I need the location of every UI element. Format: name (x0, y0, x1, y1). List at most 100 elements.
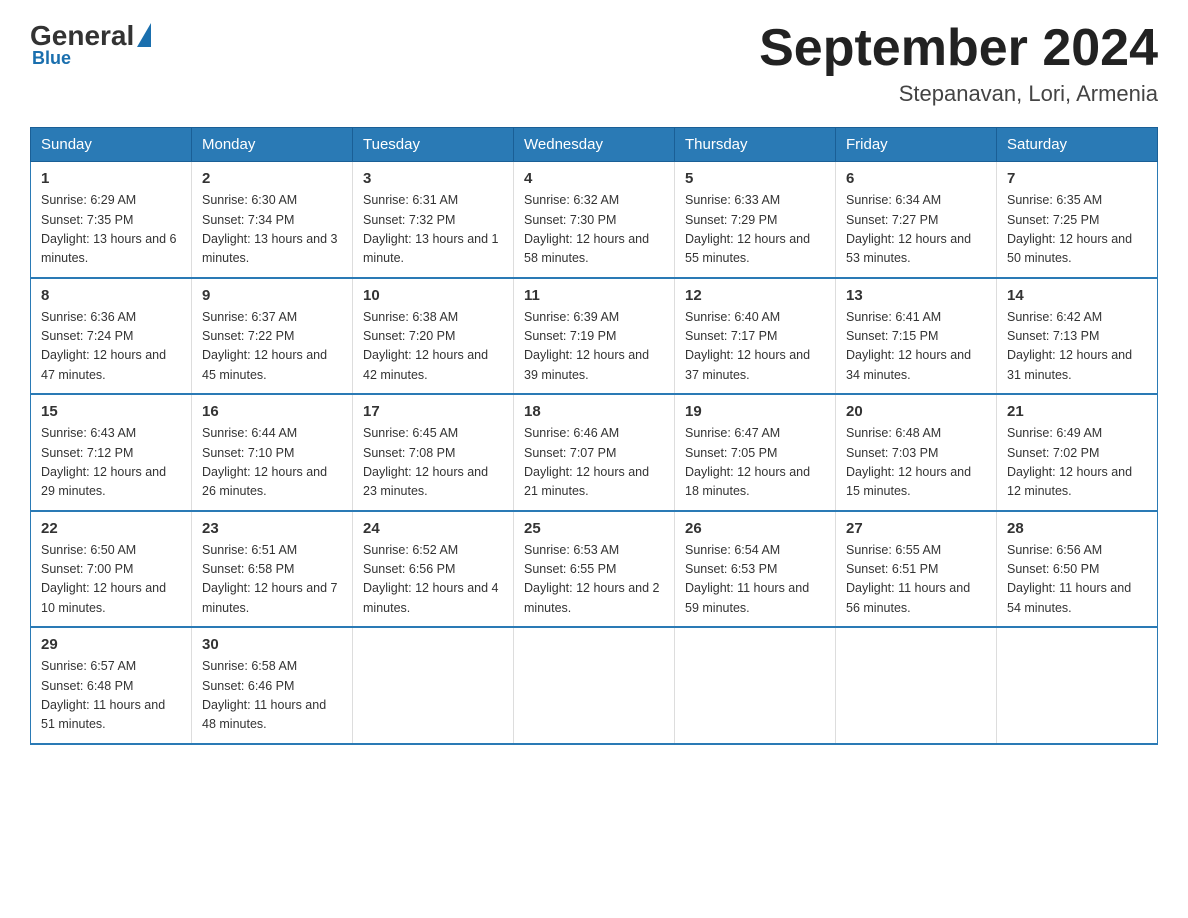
day-number: 4 (524, 170, 664, 187)
calendar-cell (997, 627, 1158, 744)
day-info: Sunrise: 6:30 AMSunset: 7:34 PMDaylight:… (202, 191, 342, 269)
day-info: Sunrise: 6:34 AMSunset: 7:27 PMDaylight:… (846, 191, 986, 269)
day-number: 25 (524, 520, 664, 537)
day-info: Sunrise: 6:47 AMSunset: 7:05 PMDaylight:… (685, 424, 825, 502)
day-number: 13 (846, 287, 986, 304)
header-day-thursday: Thursday (675, 128, 836, 162)
calendar-cell: 14Sunrise: 6:42 AMSunset: 7:13 PMDayligh… (997, 278, 1158, 395)
calendar-week-1: 1 Sunrise: 6:29 AMSunset: 7:35 PMDaylight… (31, 162, 1158, 278)
day-number: 15 (41, 403, 181, 420)
calendar-week-5: 29 Sunrise: 6:57 AMSunset: 6:48 PMDayligh… (31, 627, 1158, 744)
page-header: General Blue September 2024 Stepanavan, … (30, 20, 1158, 107)
calendar-cell: 25 Sunrise: 6:53 AMSunset: 6:55 PMDayligh… (514, 511, 675, 628)
calendar-header-row: SundayMondayTuesdayWednesdayThursdayFrid… (31, 128, 1158, 162)
calendar-cell: 23 Sunrise: 6:51 AMSunset: 6:58 PMDayligh… (192, 511, 353, 628)
calendar-week-3: 15 Sunrise: 6:43 AMSunset: 7:12 PMDayligh… (31, 394, 1158, 511)
calendar-cell: 26Sunrise: 6:54 AMSunset: 6:53 PMDayligh… (675, 511, 836, 628)
day-info: Sunrise: 6:44 AMSunset: 7:10 PMDaylight:… (202, 424, 342, 502)
calendar-cell: 7 Sunrise: 6:35 AMSunset: 7:25 PMDaylight… (997, 162, 1158, 278)
day-number: 21 (1007, 403, 1147, 420)
calendar-cell (675, 627, 836, 744)
calendar-cell: 9 Sunrise: 6:37 AMSunset: 7:22 PMDaylight… (192, 278, 353, 395)
day-number: 28 (1007, 520, 1147, 537)
calendar-cell: 11 Sunrise: 6:39 AMSunset: 7:19 PMDayligh… (514, 278, 675, 395)
day-number: 19 (685, 403, 825, 420)
day-info: Sunrise: 6:45 AMSunset: 7:08 PMDaylight:… (363, 424, 503, 502)
day-info: Sunrise: 6:46 AMSunset: 7:07 PMDaylight:… (524, 424, 664, 502)
day-info: Sunrise: 6:32 AMSunset: 7:30 PMDaylight:… (524, 191, 664, 269)
day-number: 2 (202, 170, 342, 187)
calendar-cell: 15 Sunrise: 6:43 AMSunset: 7:12 PMDayligh… (31, 394, 192, 511)
day-number: 3 (363, 170, 503, 187)
calendar-week-2: 8 Sunrise: 6:36 AMSunset: 7:24 PMDaylight… (31, 278, 1158, 395)
header-day-monday: Monday (192, 128, 353, 162)
day-info: Sunrise: 6:31 AMSunset: 7:32 PMDaylight:… (363, 191, 503, 269)
calendar-cell: 17 Sunrise: 6:45 AMSunset: 7:08 PMDayligh… (353, 394, 514, 511)
calendar-cell: 30 Sunrise: 6:58 AMSunset: 6:46 PMDayligh… (192, 627, 353, 744)
calendar-cell: 2 Sunrise: 6:30 AMSunset: 7:34 PMDaylight… (192, 162, 353, 278)
calendar-cell: 5 Sunrise: 6:33 AMSunset: 7:29 PMDaylight… (675, 162, 836, 278)
day-number: 17 (363, 403, 503, 420)
day-number: 23 (202, 520, 342, 537)
day-info: Sunrise: 6:37 AMSunset: 7:22 PMDaylight:… (202, 308, 342, 386)
day-info: Sunrise: 6:29 AMSunset: 7:35 PMDaylight:… (41, 191, 181, 269)
calendar-cell: 12 Sunrise: 6:40 AMSunset: 7:17 PMDayligh… (675, 278, 836, 395)
day-info: Sunrise: 6:57 AMSunset: 6:48 PMDaylight:… (41, 657, 181, 735)
day-info: Sunrise: 6:58 AMSunset: 6:46 PMDaylight:… (202, 657, 342, 735)
calendar-cell: 1 Sunrise: 6:29 AMSunset: 7:35 PMDaylight… (31, 162, 192, 278)
logo-triangle-icon (137, 23, 151, 47)
day-info: Sunrise: 6:52 AMSunset: 6:56 PMDaylight:… (363, 541, 503, 619)
day-info: Sunrise: 6:53 AMSunset: 6:55 PMDaylight:… (524, 541, 664, 619)
day-info: Sunrise: 6:35 AMSunset: 7:25 PMDaylight:… (1007, 191, 1147, 269)
calendar-cell: 6 Sunrise: 6:34 AMSunset: 7:27 PMDaylight… (836, 162, 997, 278)
day-number: 5 (685, 170, 825, 187)
day-info: Sunrise: 6:40 AMSunset: 7:17 PMDaylight:… (685, 308, 825, 386)
day-number: 10 (363, 287, 503, 304)
day-number: 20 (846, 403, 986, 420)
logo-blue-text: Blue (32, 48, 71, 69)
calendar-cell: 8 Sunrise: 6:36 AMSunset: 7:24 PMDaylight… (31, 278, 192, 395)
header-day-wednesday: Wednesday (514, 128, 675, 162)
header-day-friday: Friday (836, 128, 997, 162)
day-info: Sunrise: 6:41 AMSunset: 7:15 PMDaylight:… (846, 308, 986, 386)
day-info: Sunrise: 6:38 AMSunset: 7:20 PMDaylight:… (363, 308, 503, 386)
day-info: Sunrise: 6:39 AMSunset: 7:19 PMDaylight:… (524, 308, 664, 386)
calendar-table: SundayMondayTuesdayWednesdayThursdayFrid… (30, 127, 1158, 745)
day-number: 24 (363, 520, 503, 537)
calendar-cell: 22Sunrise: 6:50 AMSunset: 7:00 PMDayligh… (31, 511, 192, 628)
day-number: 6 (846, 170, 986, 187)
calendar-cell: 24 Sunrise: 6:52 AMSunset: 6:56 PMDayligh… (353, 511, 514, 628)
calendar-cell: 28 Sunrise: 6:56 AMSunset: 6:50 PMDayligh… (997, 511, 1158, 628)
calendar-cell (836, 627, 997, 744)
day-number: 7 (1007, 170, 1147, 187)
calendar-week-4: 22Sunrise: 6:50 AMSunset: 7:00 PMDayligh… (31, 511, 1158, 628)
calendar-cell: 3 Sunrise: 6:31 AMSunset: 7:32 PMDaylight… (353, 162, 514, 278)
day-info: Sunrise: 6:33 AMSunset: 7:29 PMDaylight:… (685, 191, 825, 269)
calendar-cell: 13 Sunrise: 6:41 AMSunset: 7:15 PMDayligh… (836, 278, 997, 395)
day-info: Sunrise: 6:54 AMSunset: 6:53 PMDaylight:… (685, 541, 825, 619)
day-info: Sunrise: 6:56 AMSunset: 6:50 PMDaylight:… (1007, 541, 1147, 619)
calendar-cell: 4 Sunrise: 6:32 AMSunset: 7:30 PMDaylight… (514, 162, 675, 278)
day-number: 1 (41, 170, 181, 187)
day-number: 12 (685, 287, 825, 304)
calendar-cell: 27Sunrise: 6:55 AMSunset: 6:51 PMDayligh… (836, 511, 997, 628)
day-number: 27 (846, 520, 986, 537)
day-info: Sunrise: 6:50 AMSunset: 7:00 PMDaylight:… (41, 541, 181, 619)
day-info: Sunrise: 6:36 AMSunset: 7:24 PMDaylight:… (41, 308, 181, 386)
calendar-cell: 20Sunrise: 6:48 AMSunset: 7:03 PMDayligh… (836, 394, 997, 511)
header-day-saturday: Saturday (997, 128, 1158, 162)
day-info: Sunrise: 6:51 AMSunset: 6:58 PMDaylight:… (202, 541, 342, 619)
day-number: 30 (202, 636, 342, 653)
day-number: 11 (524, 287, 664, 304)
month-year-title: September 2024 (759, 20, 1158, 77)
calendar-cell: 29 Sunrise: 6:57 AMSunset: 6:48 PMDayligh… (31, 627, 192, 744)
header-day-tuesday: Tuesday (353, 128, 514, 162)
day-number: 9 (202, 287, 342, 304)
day-info: Sunrise: 6:43 AMSunset: 7:12 PMDaylight:… (41, 424, 181, 502)
day-number: 8 (41, 287, 181, 304)
day-number: 18 (524, 403, 664, 420)
day-number: 16 (202, 403, 342, 420)
day-number: 29 (41, 636, 181, 653)
day-number: 14 (1007, 287, 1147, 304)
calendar-cell: 16 Sunrise: 6:44 AMSunset: 7:10 PMDayligh… (192, 394, 353, 511)
